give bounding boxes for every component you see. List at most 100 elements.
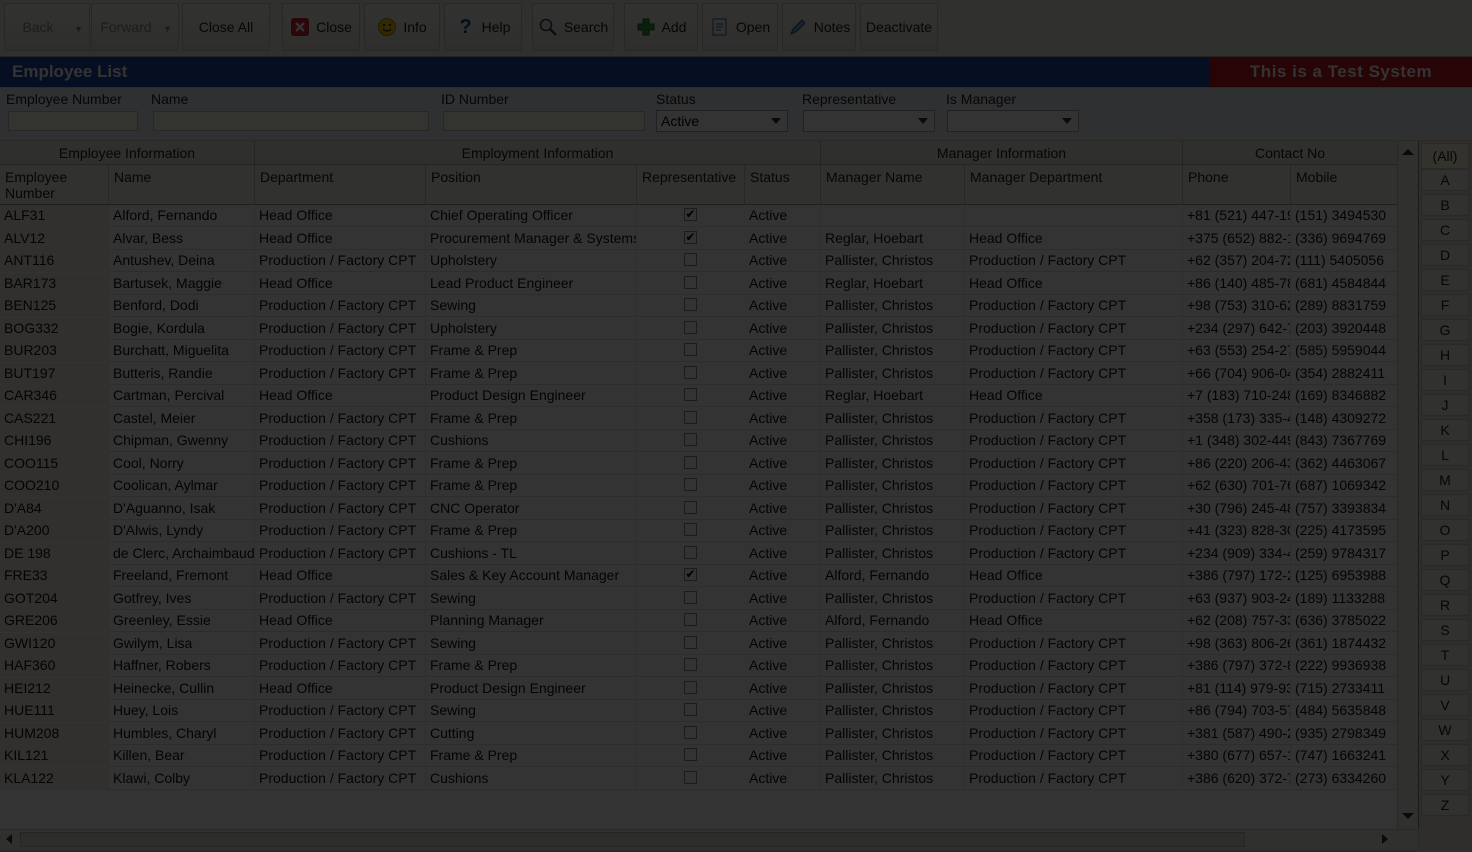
table-row[interactable]: BOG332 Bogie, Kordula Production / Factory…	[0, 317, 1398, 340]
representative-checkbox[interactable]	[684, 523, 697, 536]
table-row[interactable]: HUM208 Humbles, Charyl Production / Factor…	[0, 722, 1398, 745]
alpha-filter-u[interactable]: U	[1421, 669, 1469, 691]
representative-checkbox[interactable]	[684, 703, 697, 716]
representative-checkbox[interactable]	[684, 275, 697, 289]
table-row[interactable]: ALV12 Alvar, Bess Head Office Procurement M…	[0, 227, 1398, 250]
status-filter-select[interactable]: Active	[656, 110, 788, 132]
alpha-filter-g[interactable]: G	[1421, 319, 1469, 341]
representative-checkbox[interactable]	[684, 500, 697, 514]
close-button[interactable]: Close	[282, 3, 360, 51]
table-row[interactable]: COO115 Cool, Norry Production / Factory CP…	[0, 452, 1398, 475]
alpha-filter-f[interactable]: F	[1421, 294, 1469, 316]
alpha-filter-c[interactable]: C	[1421, 219, 1469, 241]
alpha-filter-s[interactable]: S	[1421, 619, 1469, 641]
deactivate-button[interactable]: Deactivate	[860, 3, 938, 51]
alpha-filter-m[interactable]: M	[1421, 469, 1469, 491]
table-row[interactable]: CHI196 Chipman, Gwenny Production / Factor…	[0, 430, 1398, 452]
table-row[interactable]: CAR346 Cartman, Percival Head Office Produc…	[0, 385, 1398, 407]
representative-checkbox[interactable]	[684, 343, 697, 356]
alpha-filter-y[interactable]: Y	[1421, 769, 1469, 791]
representative-checkbox[interactable]	[684, 433, 697, 446]
table-row[interactable]: BAR173 Bartusek, Maggie Head Office Lead Pr…	[0, 272, 1398, 295]
forward-dropdown-icon[interactable]: ▼	[163, 24, 172, 34]
scroll-up-icon[interactable]	[1402, 149, 1414, 155]
table-row[interactable]: DE 198 de Clerc, Archaimbaud Production / …	[0, 542, 1398, 565]
alpha-filter-l[interactable]: L	[1421, 444, 1469, 466]
horizontal-scroll-thumb[interactable]	[20, 832, 1245, 847]
alpha-filter-i[interactable]: I	[1421, 369, 1469, 391]
id-number-filter-input[interactable]	[443, 111, 645, 131]
column-header-name[interactable]: Name	[109, 165, 255, 205]
representative-checkbox[interactable]	[684, 613, 697, 626]
column-header-mobile[interactable]: Mobile	[1291, 165, 1398, 205]
scroll-down-icon[interactable]	[1402, 813, 1414, 819]
representative-filter-select[interactable]	[803, 110, 935, 132]
alpha-filter-k[interactable]: K	[1421, 419, 1469, 441]
alpha-filter-w[interactable]: W	[1421, 719, 1469, 741]
table-row[interactable]: GOT204 Gotfrey, Ives Production / Factory …	[0, 587, 1398, 610]
employee-number-filter-input[interactable]	[8, 111, 138, 131]
is-manager-dropdown-icon[interactable]	[1062, 118, 1072, 124]
help-button[interactable]: ? Help	[444, 3, 522, 51]
alpha-filter-h[interactable]: H	[1421, 344, 1469, 366]
back-dropdown-icon[interactable]: ▼	[74, 24, 83, 34]
table-row[interactable]: KLA122 Klawi, Colby Production / Factory C…	[0, 767, 1398, 790]
representative-checkbox-checked[interactable]: ✔	[684, 230, 697, 244]
alpha-filter-n[interactable]: N	[1421, 494, 1469, 516]
column-header-manager-department[interactable]: Manager Department	[965, 165, 1183, 205]
representative-checkbox[interactable]	[684, 748, 697, 761]
table-row[interactable]: GWI120 Gwilym, Lisa Production / Factory C…	[0, 632, 1398, 655]
representative-dropdown-icon[interactable]	[918, 118, 928, 124]
representative-checkbox[interactable]	[684, 410, 697, 424]
info-button[interactable]: Info	[364, 3, 440, 51]
forward-button[interactable]: Forward ▼	[91, 3, 179, 51]
alpha-filter-d[interactable]: D	[1421, 244, 1469, 266]
table-row[interactable]: HAF360 Haffner, Robers Production / Factor…	[0, 655, 1398, 677]
alpha-filter-all[interactable]: (All)	[1421, 143, 1469, 169]
alpha-filter-q[interactable]: Q	[1421, 569, 1469, 591]
table-row[interactable]: CAS221 Castel, Meier Production / Factory …	[0, 407, 1398, 430]
table-row[interactable]: D'A84 D'Aguanno, Isak Production / Factory…	[0, 497, 1398, 520]
is-manager-filter-select[interactable]	[947, 110, 1079, 132]
representative-checkbox[interactable]	[684, 725, 697, 739]
table-row[interactable]: FRE33 Freeland, Fremont Head Office Sales &…	[0, 565, 1398, 587]
representative-checkbox[interactable]	[684, 253, 697, 266]
close-all-button[interactable]: Close All	[182, 3, 270, 51]
table-row[interactable]: HEI212 Heinecke, Cullin Head Office Product…	[0, 677, 1398, 700]
representative-checkbox[interactable]	[684, 635, 697, 649]
alpha-filter-z[interactable]: Z	[1421, 794, 1469, 816]
table-row[interactable]: ALF31 Alford, Fernando Head Office Chief Op…	[0, 205, 1398, 227]
column-header-manager-name[interactable]: Manager Name	[821, 165, 965, 205]
representative-checkbox[interactable]	[684, 658, 697, 671]
representative-checkbox[interactable]	[684, 680, 697, 694]
representative-checkbox[interactable]	[684, 298, 697, 311]
representative-checkbox[interactable]	[684, 320, 697, 334]
notes-button[interactable]: Notes	[782, 3, 856, 51]
open-button[interactable]: Open	[702, 3, 778, 51]
alpha-filter-r[interactable]: R	[1421, 594, 1469, 616]
representative-checkbox-checked[interactable]: ✔	[684, 208, 697, 221]
column-header-employee-number[interactable]: Employee Number	[0, 165, 109, 205]
table-row[interactable]: BUR203 Burchatt, Miguelita Production / Fa…	[0, 340, 1398, 362]
column-header-department[interactable]: Department	[255, 165, 426, 205]
column-header-status[interactable]: Status	[745, 165, 821, 205]
representative-checkbox[interactable]	[684, 770, 697, 784]
status-dropdown-icon[interactable]	[771, 118, 781, 124]
alpha-filter-e[interactable]: E	[1421, 269, 1469, 291]
vertical-scrollbar[interactable]	[1397, 141, 1418, 829]
table-row[interactable]: KIL121 Killen, Bear Production / Factory C…	[0, 745, 1398, 767]
search-button[interactable]: Search	[532, 3, 614, 51]
table-row[interactable]: D'A200 D'Alwis, Lyndy Production / Factory…	[0, 520, 1398, 542]
representative-checkbox-checked[interactable]: ✔	[684, 568, 697, 581]
alpha-filter-v[interactable]: V	[1421, 694, 1469, 716]
alpha-filter-j[interactable]: J	[1421, 394, 1469, 416]
scroll-right-icon[interactable]	[1382, 834, 1388, 844]
alpha-filter-x[interactable]: X	[1421, 744, 1469, 766]
alpha-filter-a[interactable]: A	[1421, 169, 1469, 191]
column-header-phone[interactable]: Phone	[1183, 165, 1291, 205]
representative-checkbox[interactable]	[684, 365, 697, 379]
table-row[interactable]: COO210 Coolican, Aylmar Production / Facto…	[0, 475, 1398, 497]
alpha-filter-o[interactable]: O	[1421, 519, 1469, 541]
table-row[interactable]: BEN125 Benford, Dodi Production / Factory …	[0, 295, 1398, 317]
column-header-representative[interactable]: Representative	[637, 165, 745, 205]
